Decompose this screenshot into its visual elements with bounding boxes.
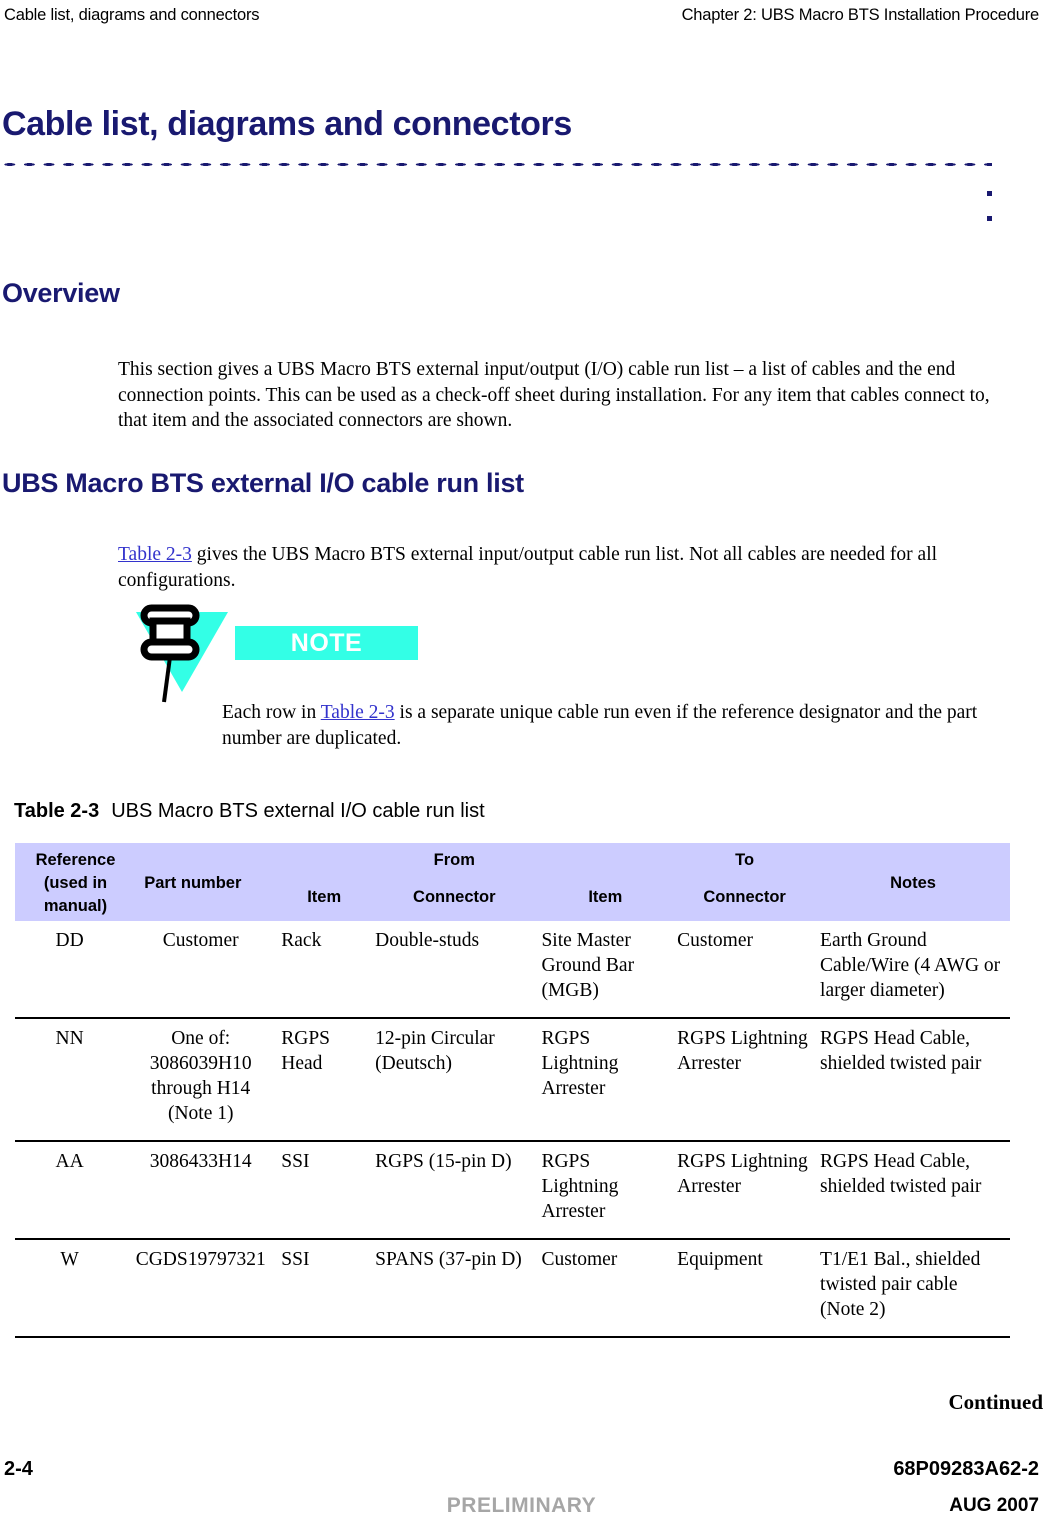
running-head: Cable list, diagrams and connectors Chap… [0, 6, 1043, 32]
cell-to-item: Customer [537, 1239, 674, 1338]
heading-overview: Overview [2, 278, 120, 308]
table-row: NN One of: 3086039H10 through H14 (Note … [15, 1018, 1010, 1142]
cell-part-number: One of: 3086039H10 through H14 (Note 1) [124, 1018, 278, 1142]
cell-notes: RGPS Head Cable, shielded twisted pair [816, 1141, 1010, 1240]
cell-to-item: Site Master Ground Bar (MGB) [537, 921, 674, 1019]
table-body: DD Customer Rack Double-studs Site Maste… [15, 921, 1010, 1338]
cell-part-number: 3086433H14 [124, 1141, 278, 1240]
decorative-dot [987, 216, 992, 221]
note-label-bar: NOTE [235, 626, 418, 660]
header-label-from: From [433, 851, 475, 869]
cell-to-connector: RGPS Lightning Arrester [673, 1141, 817, 1240]
header-cell-to-connector: To Connector [673, 843, 817, 921]
table-row: W CGDS19797321 SSI SPANS (37-pin D) Cust… [15, 1239, 1010, 1338]
note-admonition: NOTE [128, 604, 418, 703]
overview-paragraph: This section gives a UBS Macro BTS exter… [118, 359, 990, 431]
cell-reference: W [15, 1239, 125, 1338]
running-head-left: Cable list, diagrams and connectors [4, 6, 260, 24]
table-2-3-link[interactable]: Table 2-3 [321, 702, 395, 723]
table-row: AA 3086433H14 SSI RGPS (15-pin D) RGPS L… [15, 1141, 1010, 1240]
header-label-reference: Reference (used in manual) [35, 851, 116, 915]
table-row: DD Customer Rack Double-studs Site Maste… [15, 921, 1010, 1019]
cell-from-connector: Double-studs [371, 921, 538, 1019]
header-cell-from-item: Item [277, 843, 372, 921]
header-label-notes: Notes [890, 874, 936, 892]
table-caption: Table 2-3 UBS Macro BTS external I/O cabl… [14, 800, 485, 823]
table-header-row: Reference (used in manual) Part number I… [15, 843, 1010, 921]
cell-from-connector: RGPS (15-pin D) [371, 1141, 538, 1240]
runlist-paragraph: Table 2-3 gives the UBS Macro BTS extern… [118, 542, 998, 593]
cell-from-item: SSI [277, 1239, 372, 1338]
footer-part-number: 68P09283A62-2 [893, 1458, 1039, 1480]
cell-to-connector: RGPS Lightning Arrester [673, 1018, 817, 1142]
title-dotted-rule [0, 162, 992, 167]
cell-part-number: CGDS19797321 [124, 1239, 278, 1338]
header-label-to: To [735, 851, 755, 869]
cell-reference: AA [15, 1141, 125, 1240]
cell-part-number: Customer [124, 921, 278, 1019]
header-label-part-number: Part number [144, 874, 242, 892]
table-header: Reference (used in manual) Part number I… [15, 843, 1010, 921]
cell-reference: DD [15, 921, 125, 1019]
page-footer: 2-4 68P09283A62-2 PRELIMINARY AUG 2007 [0, 1458, 1043, 1528]
header-cell-reference: Reference (used in manual) [15, 843, 125, 921]
cable-run-list-table: Reference (used in manual) Part number I… [15, 843, 1010, 1338]
cell-to-item: RGPS Lightning Arrester [537, 1018, 674, 1142]
cell-notes: RGPS Head Cable, shielded twisted pair [816, 1018, 1010, 1142]
push-pin-icon [140, 604, 200, 703]
runlist-paragraph-text: gives the UBS Macro BTS external input/o… [118, 544, 938, 591]
header-cell-part-number: Part number [124, 843, 278, 921]
cell-from-item: RGPS Head [277, 1018, 372, 1142]
header-label-from-item: Item [307, 888, 342, 906]
header-cell-to-item: Item [537, 843, 674, 921]
decorative-dot [987, 191, 992, 196]
cell-from-item: Rack [277, 921, 372, 1019]
note-label: NOTE [290, 629, 363, 657]
table-caption-text: UBS Macro BTS external I/O cable run lis… [111, 800, 485, 822]
cell-from-connector: 12-pin Circular (Deutsch) [371, 1018, 538, 1142]
running-head-right: Chapter 2: UBS Macro BTS Installation Pr… [681, 6, 1040, 24]
note-text-before: Each row in [222, 702, 321, 723]
cell-from-connector: SPANS (37-pin D) [371, 1239, 538, 1338]
footer-page-number: 2-4 [4, 1458, 33, 1480]
header-label-to-item: Item [588, 888, 623, 906]
cell-reference: NN [15, 1018, 125, 1142]
cell-to-item: RGPS Lightning Arrester [537, 1141, 674, 1240]
table-caption-number: Table 2-3 [14, 800, 100, 822]
table-continued-label: Continued [948, 1390, 1043, 1414]
cell-notes: Earth Ground Cable/Wire (4 AWG or larger… [816, 921, 1010, 1019]
footer-date: AUG 2007 [949, 1495, 1039, 1516]
cell-from-item: SSI [277, 1141, 372, 1240]
header-cell-from-connector: From Connector [371, 843, 538, 921]
page-title: Cable list, diagrams and connectors [2, 105, 572, 143]
footer-status: PRELIMINARY [446, 1494, 597, 1517]
header-cell-notes: Notes [816, 843, 1010, 921]
cell-to-connector: Customer [673, 921, 817, 1019]
heading-cable-run-list: UBS Macro BTS external I/O cable run lis… [2, 468, 524, 498]
header-label-from-connector: Connector [413, 888, 496, 906]
note-paragraph: Each row in Table 2-3 is a separate uniq… [222, 700, 1017, 751]
cell-to-connector: Equipment [673, 1239, 817, 1338]
cell-notes: T1/E1 Bal., shielded twisted pair cable … [816, 1239, 1010, 1338]
header-label-to-connector: Connector [703, 888, 786, 906]
table-2-3-link[interactable]: Table 2-3 [118, 544, 192, 565]
